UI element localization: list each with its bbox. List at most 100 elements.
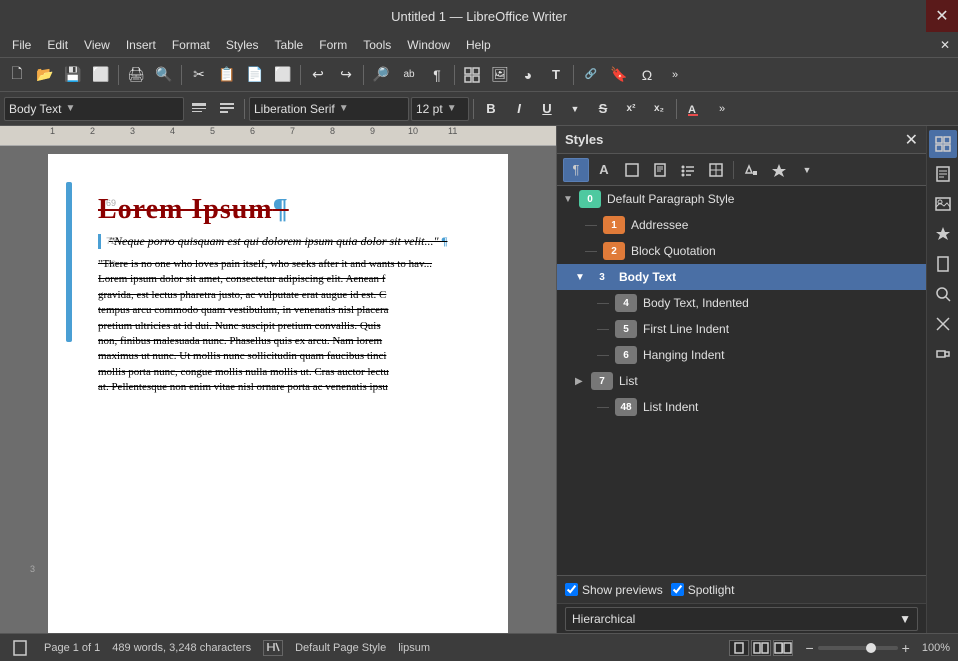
spotlight-checkbox[interactable]: Spotlight <box>671 583 735 597</box>
page-styles-button[interactable] <box>647 158 673 182</box>
window-close-button[interactable]: ✕ <box>926 0 958 32</box>
table-styles-button[interactable] <box>703 158 729 182</box>
font-color-button[interactable]: A <box>681 96 707 122</box>
italic-button[interactable]: I <box>506 96 532 122</box>
menu-form[interactable]: Form <box>311 36 355 54</box>
view-single-button[interactable] <box>729 640 749 656</box>
menu-file[interactable]: File <box>4 36 39 54</box>
language-indicator[interactable] <box>263 640 283 656</box>
cut-button[interactable]: ✂ <box>186 62 212 88</box>
sidebar-properties-button[interactable] <box>929 130 957 158</box>
heading-paragraph[interactable]: Lorem Ipsum¶ <box>98 194 458 226</box>
zoom-slider-track[interactable] <box>818 646 898 650</box>
paste-special-button[interactable]: ⬜ <box>270 62 296 88</box>
style-item-blockquotation[interactable]: 2 Block Quotation <box>557 238 926 264</box>
menu-help[interactable]: Help <box>458 36 499 54</box>
menu-edit[interactable]: Edit <box>39 36 76 54</box>
save-as-button[interactable]: ⬜ <box>88 62 114 88</box>
show-previews-input[interactable] <box>565 583 578 596</box>
formatting-marks-button[interactable]: ¶ <box>424 62 450 88</box>
menubar-close-button[interactable]: ✕ <box>932 32 958 58</box>
insert-table-button[interactable] <box>459 62 485 88</box>
zoom-plus-button[interactable]: + <box>902 640 910 656</box>
menu-format[interactable]: Format <box>164 36 218 54</box>
styles-panel-close-button[interactable]: ✕ <box>905 130 918 150</box>
new-from-selection-button[interactable] <box>766 158 792 182</box>
style-item-firstlineindent[interactable]: 5 First Line Indent <box>557 316 926 342</box>
spotlight-input[interactable] <box>671 583 684 596</box>
underline-button[interactable]: U <box>534 96 560 122</box>
font-name-dropdown[interactable]: Liberation Serif ▼ <box>249 97 409 121</box>
badge-bodyindented: 4 <box>615 294 637 312</box>
body-paragraph[interactable]: "There is no one who loves pain itself, … <box>98 257 458 396</box>
page-thumbnail-button[interactable] <box>8 640 32 656</box>
superscript-button[interactable]: x² <box>618 96 644 122</box>
menu-styles[interactable]: Styles <box>218 36 267 54</box>
sidebar-extensions-button[interactable] <box>929 340 957 368</box>
special-char-button[interactable]: Ω <box>634 62 660 88</box>
styles-list[interactable]: ▼ 0 Default Paragraph Style 1 Addressee … <box>557 186 926 575</box>
sidebar-search-button[interactable] <box>929 280 957 308</box>
subscript-button[interactable]: x₂ <box>646 96 672 122</box>
styles-icon1[interactable] <box>186 96 212 122</box>
print-button[interactable]: 🖨 <box>123 62 149 88</box>
insert-image-button[interactable]: 🖼 <box>487 62 513 88</box>
font-size-dropdown[interactable]: 12 pt ▼ <box>411 97 469 121</box>
style-item-list[interactable]: ▶ 7 List <box>557 368 926 394</box>
hyperlink-button[interactable]: 🔗 <box>578 62 604 88</box>
style-item-default[interactable]: ▼ 0 Default Paragraph Style <box>557 186 926 212</box>
strikethrough-button[interactable]: S <box>590 96 616 122</box>
menu-window[interactable]: Window <box>399 36 458 54</box>
zoom-slider-thumb[interactable] <box>866 643 876 653</box>
save-button[interactable]: 💾 <box>60 62 86 88</box>
style-item-listindent[interactable]: 48 List Indent <box>557 394 926 420</box>
more-styles-button[interactable]: ▼ <box>794 158 820 182</box>
sidebar-navigator-button[interactable] <box>929 220 957 248</box>
menu-insert[interactable]: Insert <box>118 36 164 54</box>
frame-styles-button[interactable] <box>619 158 645 182</box>
paragraph-style-dropdown[interactable]: Body Text ▼ <box>4 97 184 121</box>
open-button[interactable]: 📂 <box>32 62 58 88</box>
sidebar-macro-button[interactable] <box>929 310 957 338</box>
style-item-addressee[interactable]: 1 Addressee <box>557 212 926 238</box>
paste-button[interactable]: 📄 <box>242 62 268 88</box>
style-item-hangingindent[interactable]: 6 Hanging Indent <box>557 342 926 368</box>
badge-blockquotation: 2 <box>603 242 625 260</box>
sidebar-page-button[interactable] <box>929 250 957 278</box>
copy-button[interactable]: 📋 <box>214 62 240 88</box>
character-styles-button[interactable]: A <box>591 158 617 182</box>
view-book-button[interactable] <box>773 640 793 656</box>
more-toolbar1[interactable]: » <box>662 62 688 88</box>
sidebar-gallery-button[interactable] <box>929 190 957 218</box>
styles-view-dropdown[interactable]: Hierarchical ▼ <box>565 607 918 631</box>
document-page: 69 Lorem Ipsum¶ 72 "Neque porro quisquam… <box>48 154 508 633</box>
styles-icon2[interactable] <box>214 96 240 122</box>
bold-button[interactable]: B <box>478 96 504 122</box>
find-replace-button[interactable]: ab <box>396 62 422 88</box>
new-button[interactable]: 🗋 <box>4 62 30 88</box>
blockquote-paragraph[interactable]: "Neque porro quisquam est qui dolorem ip… <box>98 234 458 249</box>
insert-chart-button[interactable]: ◕ <box>515 62 541 88</box>
sidebar-styles-button[interactable] <box>929 160 957 188</box>
document-scroll[interactable]: 69 Lorem Ipsum¶ 72 "Neque porro quisquam… <box>0 146 556 633</box>
menu-tools[interactable]: Tools <box>355 36 399 54</box>
zoom-minus-button[interactable]: − <box>805 640 813 656</box>
undo-button[interactable]: ↩ <box>305 62 331 88</box>
fontwork-button[interactable]: T <box>543 62 569 88</box>
paragraph-styles-button[interactable]: ¶ <box>563 158 589 182</box>
list-styles-button[interactable] <box>675 158 701 182</box>
print-preview-button[interactable]: 🔍 <box>151 62 177 88</box>
show-previews-checkbox[interactable]: Show previews <box>565 583 663 597</box>
style-item-bodytext[interactable]: ▼ 3 Body Text <box>557 264 926 290</box>
style-item-bodytextindented[interactable]: 4 Body Text, Indented <box>557 290 926 316</box>
fill-format-button[interactable] <box>738 158 764 182</box>
menu-view[interactable]: View <box>76 36 118 54</box>
more-toolbar2[interactable]: » <box>709 96 735 122</box>
redo-button[interactable]: ↪ <box>333 62 359 88</box>
bookmark-button[interactable]: 🔖 <box>606 62 632 88</box>
underline-arrow[interactable]: ▼ <box>562 96 588 122</box>
menu-table[interactable]: Table <box>267 36 312 54</box>
view-multipage-button[interactable] <box>751 640 771 656</box>
pilcrow-blockquote: ¶ <box>442 234 448 248</box>
find-button[interactable]: 🔎 <box>368 62 394 88</box>
